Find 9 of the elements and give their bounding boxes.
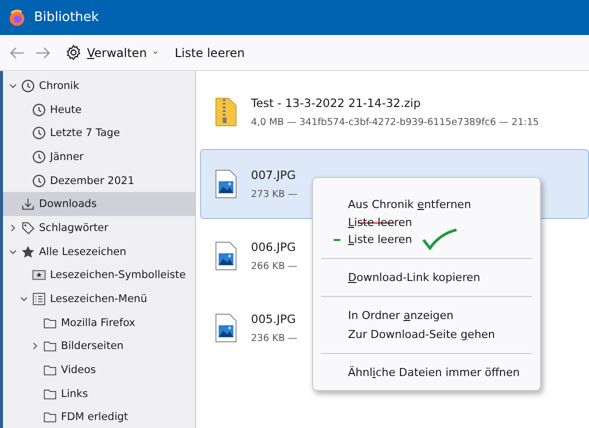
file-details: 4,0 MB — 341fb574-c3bf-4272-b939-6115e7389fc6 — 21:15 <box>251 117 539 128</box>
file-name: 005.JPG <box>251 312 297 326</box>
file-name: Test - 13-3-2022 21-14-32.zip <box>251 96 422 110</box>
file-details: 266 KB — <box>251 261 298 272</box>
file-name: 006.JPG <box>251 240 297 254</box>
file-details: 236 KB — <box>251 333 298 344</box>
file-details: 273 KB — <box>251 189 298 200</box>
file-name: 007.JPG <box>251 168 297 182</box>
window-title: Bibliothek <box>34 10 99 25</box>
